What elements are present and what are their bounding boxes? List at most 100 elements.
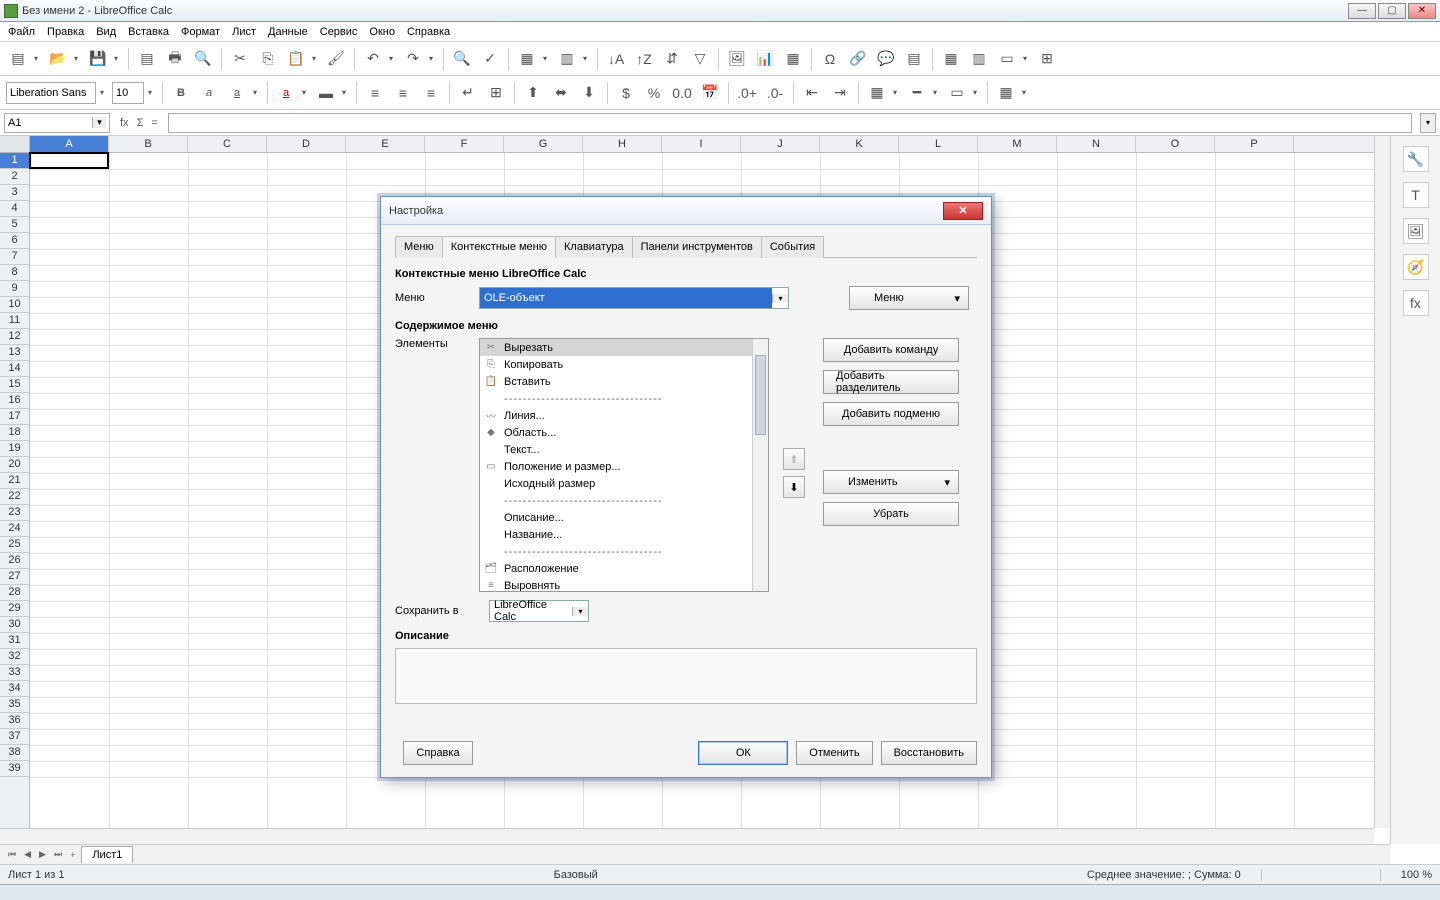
borders-icon[interactable]: ▦ (865, 81, 889, 105)
reset-button[interactable]: Восстановить (881, 741, 977, 765)
sort-asc-icon[interactable]: ↓A (604, 47, 628, 71)
window-minimize[interactable]: — (1348, 3, 1376, 19)
valign-bot-icon[interactable]: ⬇ (577, 81, 601, 105)
list-item[interactable]: ◆Область... (480, 424, 768, 441)
image-icon[interactable]: 🖼 (725, 47, 749, 71)
sidebar-functions-icon[interactable]: fx (1403, 290, 1429, 316)
menu-combo[interactable]: OLE-объект▾ (479, 287, 789, 309)
col-header[interactable]: K (820, 136, 899, 152)
horizontal-scrollbar[interactable] (0, 828, 1374, 844)
row-header[interactable]: 7 (0, 249, 29, 265)
border-style-icon[interactable]: ━ (905, 81, 929, 105)
formula-expand-icon[interactable]: ▾ (1420, 113, 1436, 133)
col-header[interactable]: M (978, 136, 1057, 152)
row-header[interactable]: 39 (0, 761, 29, 777)
tab-toolbars[interactable]: Панели инструментов (632, 236, 762, 258)
border-color-icon[interactable]: ▭ (945, 81, 969, 105)
sort-desc-icon[interactable]: ↑Z (632, 47, 656, 71)
col-header[interactable]: H (583, 136, 662, 152)
list-item[interactable]: 📋Вставить (480, 373, 768, 390)
valign-mid-icon[interactable]: ⬌ (549, 81, 573, 105)
split-icon[interactable]: ▥ (967, 47, 991, 71)
row-header[interactable]: 11 (0, 313, 29, 329)
menu-data[interactable]: Данные (268, 26, 308, 38)
menu-edit[interactable]: Правка (47, 26, 84, 38)
function-wizard-icon[interactable]: fx (120, 117, 129, 129)
tab-context-menus[interactable]: Контекстные меню (442, 236, 556, 258)
inc-indent-icon[interactable]: ⇥ (828, 81, 852, 105)
list-item[interactable]: Описание... (480, 509, 768, 526)
date-icon[interactable]: 📅 (698, 81, 722, 105)
col-header[interactable]: N (1057, 136, 1136, 152)
row-header[interactable]: 3 (0, 185, 29, 201)
row-header[interactable]: 16 (0, 393, 29, 409)
paste-icon[interactable]: 📋 (284, 47, 308, 71)
col-header[interactable]: E (346, 136, 425, 152)
list-item[interactable]: ---------------------------------- (480, 543, 768, 560)
list-item[interactable]: Текст... (480, 441, 768, 458)
row-header[interactable]: 28 (0, 585, 29, 601)
tab-keyboard[interactable]: Клавиатура (555, 236, 633, 258)
zoom-slider[interactable] (1261, 869, 1381, 881)
formula-input[interactable] (168, 113, 1412, 133)
name-box[interactable]: A1▾ (4, 113, 110, 133)
cond-format-icon[interactable]: ▦ (994, 81, 1018, 105)
undo-icon[interactable]: ↶ (361, 47, 385, 71)
row-header[interactable]: 12 (0, 329, 29, 345)
inc-dec-icon[interactable]: .0+ (735, 81, 759, 105)
list-item[interactable]: ✂Вырезать (480, 339, 768, 356)
grid-icon[interactable]: ⊞ (1035, 47, 1059, 71)
row-headers[interactable]: 1234567891011121314151617181920212223242… (0, 153, 30, 828)
col-header[interactable]: G (504, 136, 583, 152)
row-header[interactable]: 25 (0, 537, 29, 553)
font-size-combo[interactable]: 10 (112, 82, 144, 104)
equals-icon[interactable]: = (151, 117, 157, 129)
menu-window[interactable]: Окно (369, 26, 395, 38)
col-icon[interactable]: ▥ (555, 47, 579, 71)
row-icon[interactable]: ▦ (515, 47, 539, 71)
move-up-icon[interactable]: ⬆ (783, 448, 805, 470)
currency-icon[interactable]: $ (614, 81, 638, 105)
list-item[interactable]: 🗂Расположение▶ (480, 560, 768, 577)
dec-dec-icon[interactable]: .0- (763, 81, 787, 105)
tab-events[interactable]: События (761, 236, 824, 258)
copy-icon[interactable]: ⎘ (256, 47, 280, 71)
number-icon[interactable]: 0.0 (670, 81, 694, 105)
window-close[interactable]: ✕ (1408, 3, 1436, 19)
column-headers[interactable]: ABCDEFGHIJKLMNOP (30, 136, 1374, 153)
col-header[interactable]: O (1136, 136, 1215, 152)
save-in-combo[interactable]: LibreOffice Calc▾ (489, 600, 589, 622)
list-item[interactable]: ▭Положение и размер... (480, 458, 768, 475)
row-header[interactable]: 31 (0, 633, 29, 649)
col-header[interactable]: D (267, 136, 346, 152)
chart-icon[interactable]: 📊 (753, 47, 777, 71)
dialog-titlebar[interactable]: Настройка ✕ (381, 197, 991, 225)
headers-icon[interactable]: ▤ (902, 47, 926, 71)
hyperlink-icon[interactable]: 🔗 (846, 47, 870, 71)
menu-view[interactable]: Вид (96, 26, 116, 38)
tab-prev-icon[interactable]: ◀ (22, 849, 33, 860)
sidebar-properties-icon[interactable]: 🔧 (1403, 146, 1429, 172)
list-item[interactable]: ---------------------------------- (480, 492, 768, 509)
list-item[interactable]: ---------------------------------- (480, 390, 768, 407)
row-header[interactable]: 8 (0, 265, 29, 281)
sheet-tab-1[interactable]: Лист1 (81, 846, 133, 863)
row-header[interactable]: 4 (0, 201, 29, 217)
new-icon[interactable]: ▤ (6, 47, 30, 71)
row-header[interactable]: 30 (0, 617, 29, 633)
tab-first-icon[interactable]: ⏮ (6, 849, 18, 860)
bold-icon[interactable]: B (169, 81, 193, 105)
modify-button[interactable]: Изменить▾ (823, 470, 959, 494)
sidebar-gallery-icon[interactable]: 🖼 (1403, 218, 1429, 244)
row-header[interactable]: 21 (0, 473, 29, 489)
underline-icon[interactable]: a (225, 81, 249, 105)
col-header[interactable]: J (741, 136, 820, 152)
sort-icon[interactable]: ⇵ (660, 47, 684, 71)
menu-format[interactable]: Формат (181, 26, 220, 38)
save-icon[interactable]: 💾 (86, 47, 110, 71)
row-header[interactable]: 23 (0, 505, 29, 521)
list-item[interactable]: Исходный размер (480, 475, 768, 492)
col-header[interactable]: B (109, 136, 188, 152)
italic-icon[interactable]: a (197, 81, 221, 105)
row-header[interactable]: 22 (0, 489, 29, 505)
